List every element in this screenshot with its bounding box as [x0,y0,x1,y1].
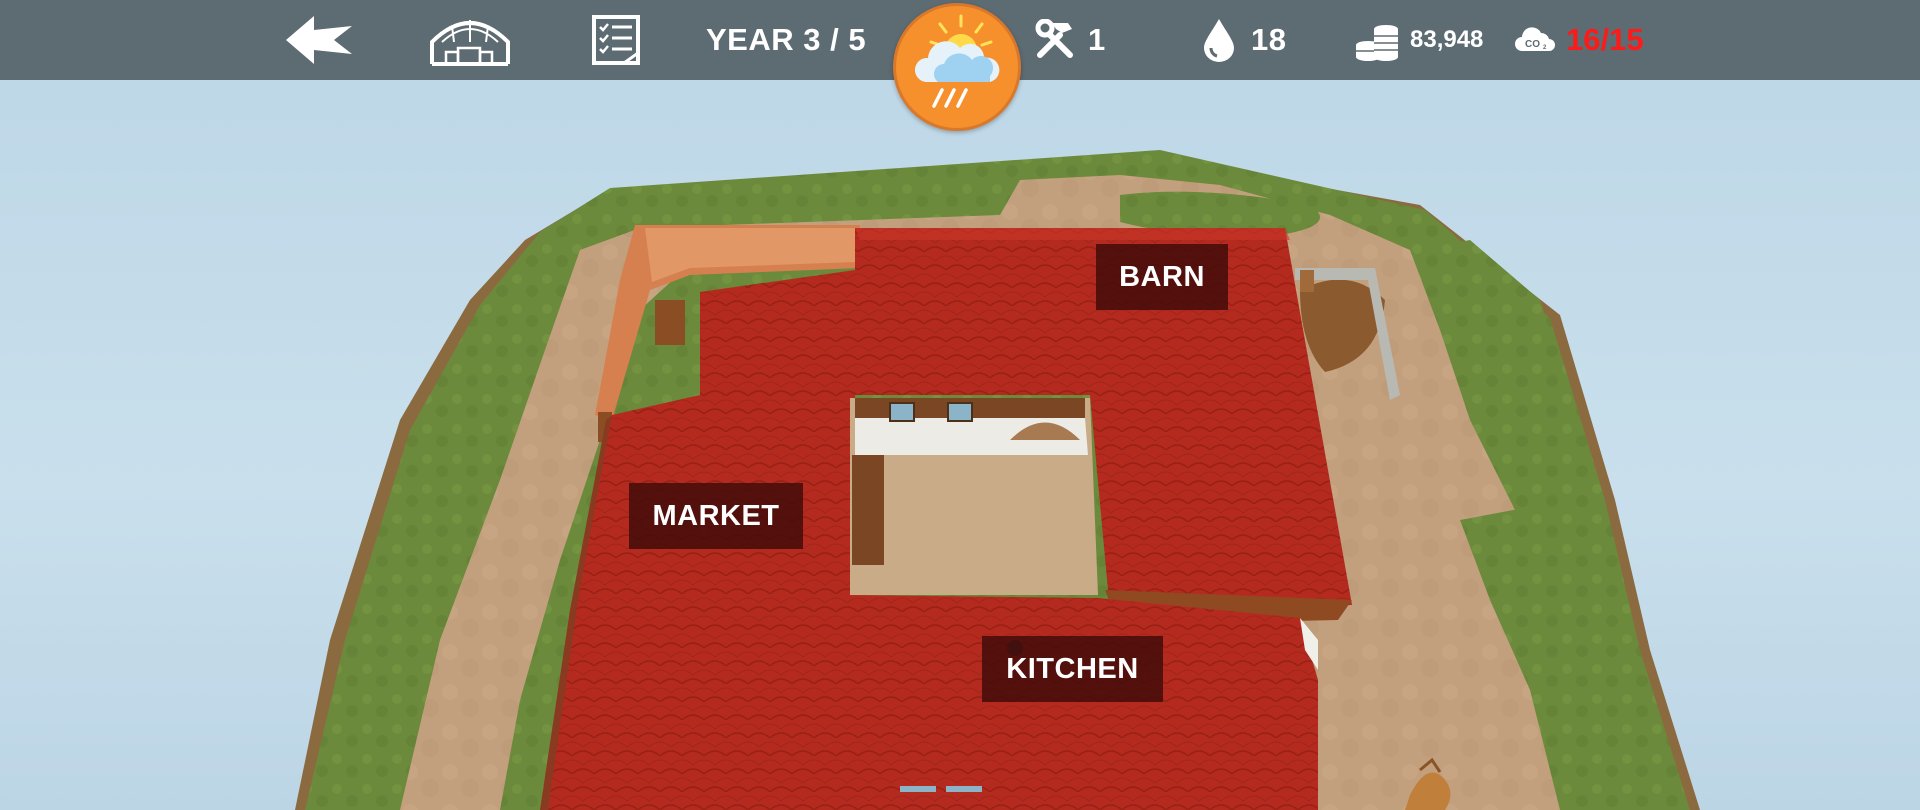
co2-cloud-icon: CO 2 [1515,27,1555,51]
hammer-wrench-icon [1035,19,1073,58]
back-button[interactable] [284,0,360,80]
weather-button[interactable] [893,3,1021,131]
water-drop-icon [1204,19,1234,62]
svg-text:CO: CO [1525,39,1540,50]
back-arrow-icon [286,16,352,64]
water-count: 18 [1251,22,1287,57]
year-label: YEAR 3 / 5 [706,22,867,57]
coins-counter: 83,948 [1354,0,1483,80]
checklist-icon [592,15,640,65]
tasks-button[interactable] [590,0,646,80]
co2-value: 16/15 [1566,22,1644,57]
market-label[interactable]: MARKET [629,483,803,549]
tools-counter: 1 [1034,0,1106,80]
coins-count: 83,948 [1410,26,1484,53]
barn-label[interactable]: BARN [1096,244,1228,310]
farm-shed-icon [430,20,510,66]
co2-counter: CO 2 16/15 [1514,0,1644,80]
year-counter: YEAR 3 / 5 [706,0,866,80]
kitchen-label[interactable]: KITCHEN [982,636,1163,702]
tools-count: 1 [1088,22,1106,57]
water-counter: 18 [1201,0,1286,80]
sun-cloud-rain-icon [914,14,1000,108]
coin-stack-icon [1356,25,1398,61]
farm-overview-button[interactable] [428,0,514,80]
